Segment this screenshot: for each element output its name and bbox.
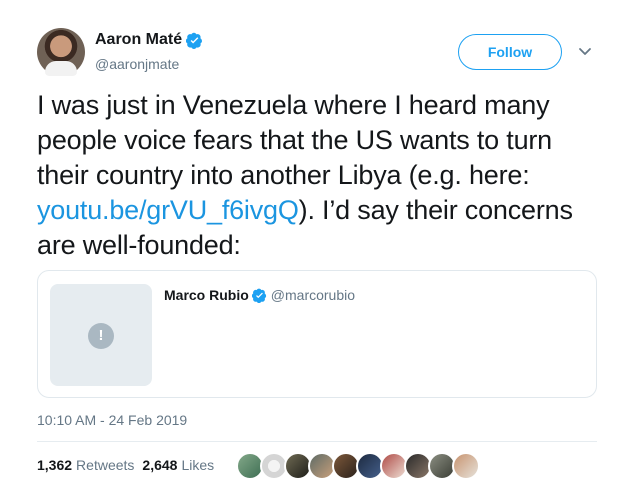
quoted-author-meta[interactable]: Marco Rubio @marcorubio (164, 287, 355, 303)
avatar-shirt-shape (45, 61, 77, 76)
retweets-label[interactable]: Retweets (76, 457, 134, 473)
author-name-row[interactable]: Aaron Maté (95, 31, 203, 49)
follow-button[interactable]: Follow (458, 34, 562, 70)
author-handle[interactable]: @aaronjmate (95, 56, 179, 72)
tweet-timestamp[interactable]: 10:10 AM - 24 Feb 2019 (37, 412, 187, 428)
tweet-header: Aaron Maté @aaronjmate Follow (37, 28, 607, 78)
retweets-count[interactable]: 1,362 (37, 457, 72, 473)
likes-stat[interactable]: 2,648 Likes (142, 457, 214, 473)
author-display-name[interactable]: Aaron Maté (95, 31, 182, 49)
tweet-card: Aaron Maté @aaronjmate Follow I was just… (0, 0, 638, 490)
likes-label[interactable]: Likes (181, 457, 214, 473)
likes-count[interactable]: 2,648 (142, 457, 177, 473)
verified-badge-icon (186, 32, 203, 49)
chevron-down-icon[interactable] (577, 43, 593, 59)
tweet-text-before-link: I was just in Venezuela where I heard ma… (37, 90, 552, 190)
verified-badge-icon (251, 288, 266, 303)
alert-icon: ! (88, 323, 114, 349)
author-avatar[interactable] (37, 28, 85, 76)
stats-divider (37, 441, 597, 442)
retweets-stat[interactable]: 1,362 Retweets (37, 457, 134, 473)
quoted-media-placeholder[interactable]: ! (50, 284, 152, 386)
youtube-link[interactable]: youtu.be/grVU_f6ivgQ (37, 195, 299, 225)
tweet-text: I was just in Venezuela where I heard ma… (37, 88, 603, 263)
liker-avatar[interactable] (452, 452, 480, 480)
liker-avatars (236, 452, 480, 480)
engagement-stats: 1,362 Retweets 2,648 Likes (37, 457, 222, 473)
quoted-author-handle[interactable]: @marcorubio (271, 287, 355, 303)
quoted-tweet-card[interactable]: ! Marco Rubio @marcorubio (37, 270, 597, 398)
quoted-author-name[interactable]: Marco Rubio (164, 287, 249, 303)
